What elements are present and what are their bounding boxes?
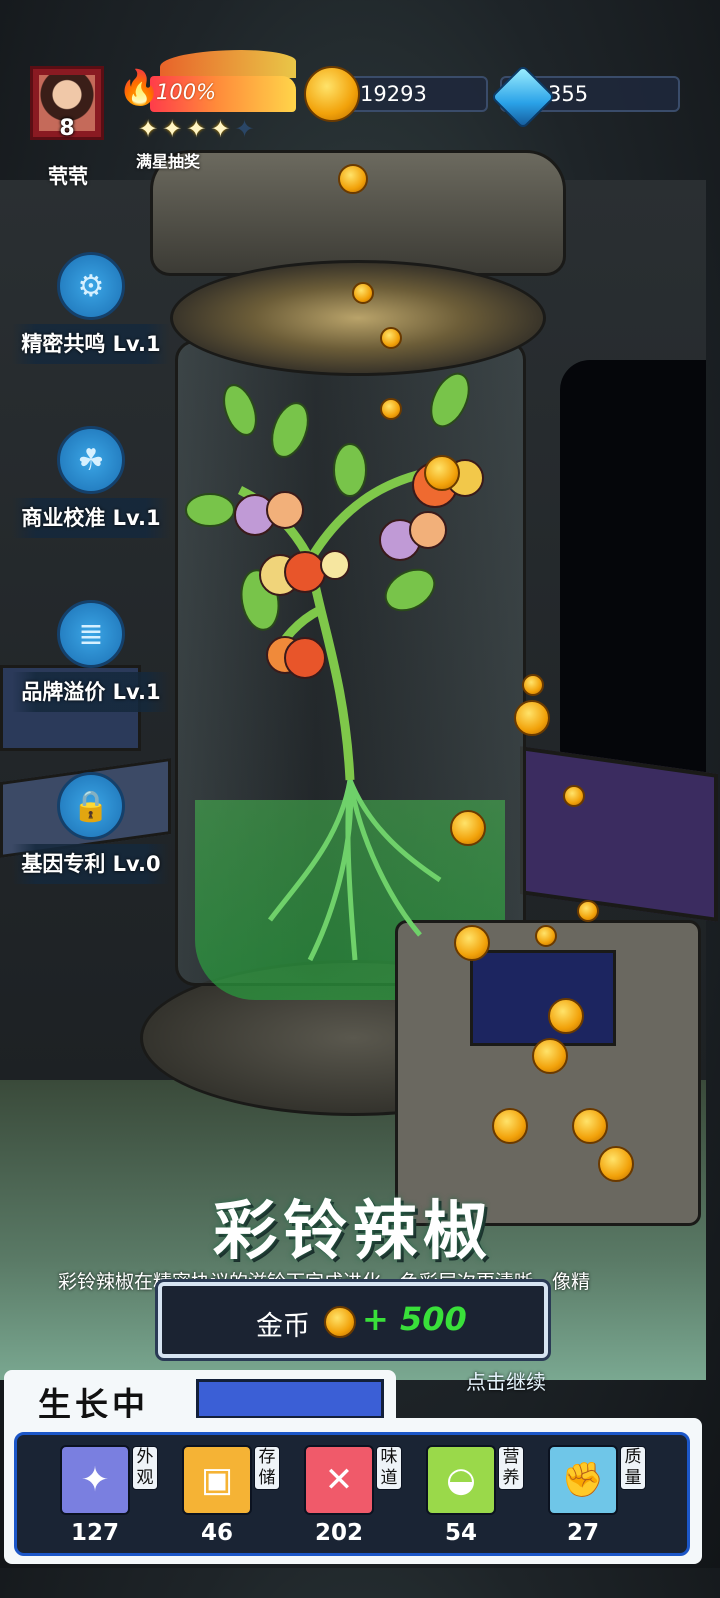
star-icon: ✦	[186, 115, 211, 143]
fire-icon: 🔥	[118, 68, 161, 108]
box-icon: ▣	[182, 1445, 252, 1515]
full-star-lottery-label[interactable]: 满星抽奖	[136, 148, 200, 172]
stat-value-nutrition: 54	[444, 1520, 477, 1546]
stat-tag-appearance: 外观	[132, 1446, 158, 1490]
reward-label: 金币	[256, 1311, 310, 1342]
incubator-vent	[170, 260, 546, 376]
gold-coin-icon	[304, 66, 360, 122]
star-icon: ✦	[138, 115, 163, 143]
floating-coin-icon	[424, 455, 460, 491]
skill-business-calibration[interactable]: 商业校准 Lv.1	[12, 498, 170, 538]
stat-tag-taste: 味道	[376, 1446, 402, 1490]
floating-coin-icon	[548, 998, 584, 1034]
energy-percent: 100%	[156, 80, 217, 104]
floating-coin-icon	[563, 785, 585, 807]
energy-flame-decoration	[160, 50, 296, 78]
stat-tag-storage: 存储	[254, 1446, 280, 1490]
player-level: 8	[59, 116, 75, 141]
skill-precision-resonance[interactable]: 精密共鸣 Lv.1	[12, 324, 170, 364]
precision-resonance-icon[interactable]: ⚙	[57, 252, 125, 320]
space-window	[560, 360, 706, 780]
floating-coin-icon	[454, 925, 490, 961]
stat-tag-nutrition: 营养	[498, 1446, 524, 1490]
pepper-plant	[185, 372, 484, 962]
star-icon: ✦	[210, 115, 235, 143]
gene-patent-lock-icon[interactable]: 🔒	[57, 772, 125, 840]
star-rating[interactable]: ✦✦✦✦✦	[138, 115, 259, 143]
right-monitor	[520, 746, 718, 922]
star-empty-icon: ✦	[234, 115, 259, 143]
reward-amount: + 500	[362, 1300, 467, 1338]
stat-value-appearance: 127	[70, 1520, 119, 1546]
muscle-icon: ✊	[548, 1445, 618, 1515]
reward-panel: 金币 + 500	[158, 1282, 548, 1358]
growth-progress-bar	[196, 1379, 384, 1419]
gold-amount: 19293	[360, 82, 427, 106]
floating-coin-icon	[492, 1108, 528, 1144]
reward-coin-icon	[324, 1306, 356, 1338]
floating-coin-icon	[380, 327, 402, 349]
stat-value-storage: 46	[200, 1520, 233, 1546]
skill-brand-premium[interactable]: 品牌溢价 Lv.1	[12, 672, 170, 712]
lemon-icon: ◒	[426, 1445, 496, 1515]
floating-coin-icon	[535, 925, 557, 947]
business-calibration-icon[interactable]: ☘	[57, 426, 125, 494]
plant-title: 彩铃辣椒	[213, 1195, 493, 1269]
stat-value-taste: 202	[314, 1520, 363, 1546]
plant-roots	[268, 779, 442, 962]
fork-knife-icon: ✕	[304, 1445, 374, 1515]
floating-coin-icon	[514, 700, 550, 736]
player-name: 茕茕	[48, 164, 88, 188]
tap-to-continue[interactable]: 点击继续	[466, 1366, 546, 1395]
gem-icon	[490, 64, 556, 130]
gem-amount: 355	[548, 82, 589, 106]
floating-coin-icon	[577, 900, 599, 922]
sparkle-icon: ✦	[60, 1445, 130, 1515]
star-icon: ✦	[162, 115, 187, 143]
floating-coin-icon	[450, 810, 486, 846]
skill-gene-patent[interactable]: 基因专利 Lv.0	[12, 844, 170, 884]
floating-coin-icon	[598, 1146, 634, 1182]
brand-premium-icon[interactable]: ≣	[57, 600, 125, 668]
stat-tag-quality: 质量	[620, 1446, 646, 1490]
floating-coin-icon	[352, 282, 374, 304]
floating-coin-icon	[380, 398, 402, 420]
floating-coin-icon	[522, 674, 544, 696]
floating-coin-icon	[532, 1038, 568, 1074]
floating-coin-icon	[338, 164, 368, 194]
stat-value-quality: 27	[566, 1520, 599, 1546]
floating-coin-icon	[572, 1108, 608, 1144]
